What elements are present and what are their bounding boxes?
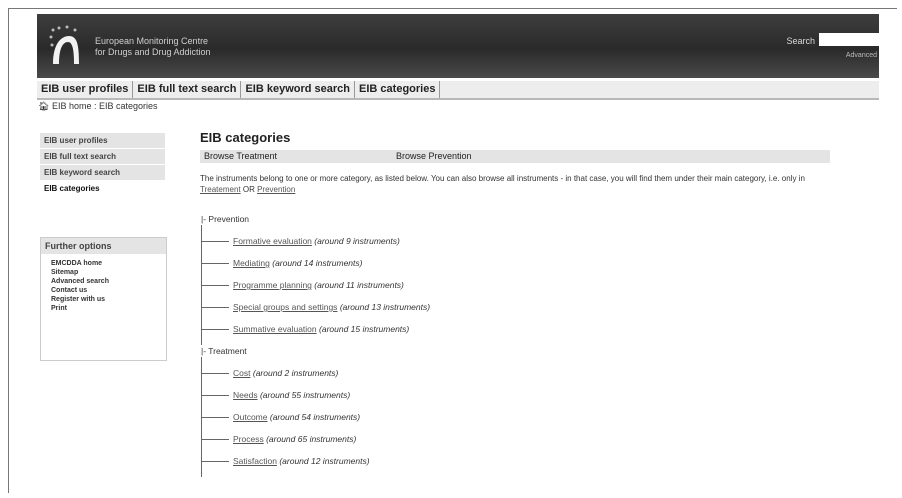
main-content: EIB categories Browse Treatment Browse P… [200, 130, 830, 195]
category-link[interactable]: Special groups and settings [233, 302, 337, 312]
search-label: Search [786, 36, 815, 46]
intro-paragraph: The instruments belong to one or more ca… [200, 173, 810, 195]
category-count: (around 13 instruments) [339, 302, 431, 312]
intro-or: OR [242, 185, 255, 194]
category-link[interactable]: Formative evaluation [233, 236, 312, 246]
category-count: (around 11 instruments) [314, 280, 404, 290]
tab-keyword-search[interactable]: EIB keyword search [241, 81, 356, 98]
option-contact-us[interactable]: Contact us [41, 286, 166, 295]
emcdda-logo-icon [49, 25, 79, 64]
category-count: (around 2 instruments) [252, 368, 339, 378]
option-emcdda-home[interactable]: EMCDDA home [41, 259, 166, 268]
list-item: Mediating (around 14 instruments) [201, 257, 430, 269]
breadcrumb-home[interactable]: EIB home [52, 101, 92, 111]
home-icon: 🏠︎ [38, 101, 50, 111]
list-item: Formative evaluation (around 9 instrumen… [201, 235, 430, 247]
breadcrumb: 🏠︎ EIB home : EIB categories [38, 101, 158, 112]
browse-bar: Browse Treatment Browse Prevention [200, 150, 830, 163]
option-print[interactable]: Print [41, 304, 166, 313]
option-register[interactable]: Register with us [41, 295, 166, 304]
org-name-line1: European Monitoring Centre [95, 36, 209, 46]
main-tabs: EIB user profiles EIB full text search E… [37, 81, 879, 100]
category-link[interactable]: Programme planning [233, 280, 312, 290]
site-header: European Monitoring Centre for Drugs and… [37, 14, 879, 78]
sidebar-item-full-text-search[interactable]: EIB full text search [40, 149, 165, 165]
sidebar-item-categories[interactable]: EIB categories [40, 181, 165, 197]
list-item: Special groups and settings (around 13 i… [201, 301, 430, 313]
breadcrumb-current: EIB categories [99, 101, 158, 111]
category-link[interactable]: Mediating [233, 258, 270, 268]
category-count: (around 12 instruments) [279, 456, 370, 466]
category-count: (around 15 instruments) [319, 324, 410, 334]
list-item: Programme planning (around 11 instrument… [201, 279, 430, 291]
category-link[interactable]: Summative evaluation [233, 324, 317, 334]
browse-treatment-link[interactable]: Browse Treatment [204, 150, 277, 163]
category-link[interactable]: Cost [233, 368, 250, 378]
org-name-line2: for Drugs and Drug Addiction [95, 47, 211, 57]
tab-user-profiles[interactable]: EIB user profiles [37, 81, 134, 98]
category-count: (around 55 instruments) [259, 390, 351, 400]
advanced-search-link[interactable]: Advanced [846, 52, 877, 59]
sidebar-nav: EIB user profiles EIB full text search E… [40, 133, 165, 197]
intro-link-prevention[interactable]: Prevention [257, 185, 295, 194]
category-count: (around 54 instruments) [269, 412, 361, 422]
intro-text: The instruments belong to one or more ca… [200, 174, 805, 183]
sidebar-item-user-profiles[interactable]: EIB user profiles [40, 133, 165, 149]
tab-full-text-search[interactable]: EIB full text search [133, 81, 242, 98]
option-advanced-search[interactable]: Advanced search [41, 277, 166, 286]
tree-group-prevention: |- Prevention [201, 214, 250, 224]
list-item: Process (around 65 instruments) [201, 433, 430, 445]
category-count: (around 9 instruments) [314, 236, 400, 246]
list-item: Summative evaluation (around 15 instrume… [201, 323, 430, 335]
page-title: EIB categories [200, 130, 291, 145]
list-item: Needs (around 55 instruments) [201, 389, 430, 401]
category-link[interactable]: Process [233, 434, 264, 444]
intro-link-treatement[interactable]: Treatement [200, 185, 241, 194]
further-options-panel: Further options EMCDDA home Sitemap Adva… [40, 237, 167, 361]
search-input[interactable] [819, 33, 879, 46]
tree-group-treatment: |- Treatment [201, 346, 247, 356]
further-options-title: Further options [41, 238, 166, 254]
tab-categories[interactable]: EIB categories [355, 81, 441, 98]
category-tree: |- Prevention Formative evaluation (arou… [201, 213, 430, 477]
list-item: Outcome (around 54 instruments) [201, 411, 430, 423]
category-link[interactable]: Needs [233, 390, 258, 400]
category-count: (around 14 instruments) [272, 258, 363, 268]
sidebar-item-keyword-search[interactable]: EIB keyword search [40, 165, 165, 181]
category-link[interactable]: Outcome [233, 412, 268, 422]
category-link[interactable]: Satisfaction [233, 456, 277, 466]
browse-prevention-link[interactable]: Browse Prevention [396, 150, 472, 163]
breadcrumb-separator: : [91, 101, 99, 111]
org-name: European Monitoring Centre for Drugs and… [95, 36, 211, 58]
list-item: Cost (around 2 instruments) [201, 367, 430, 379]
category-count: (around 65 instruments) [266, 434, 357, 444]
list-item: Satisfaction (around 12 instruments) [201, 455, 430, 467]
option-sitemap[interactable]: Sitemap [41, 268, 166, 277]
